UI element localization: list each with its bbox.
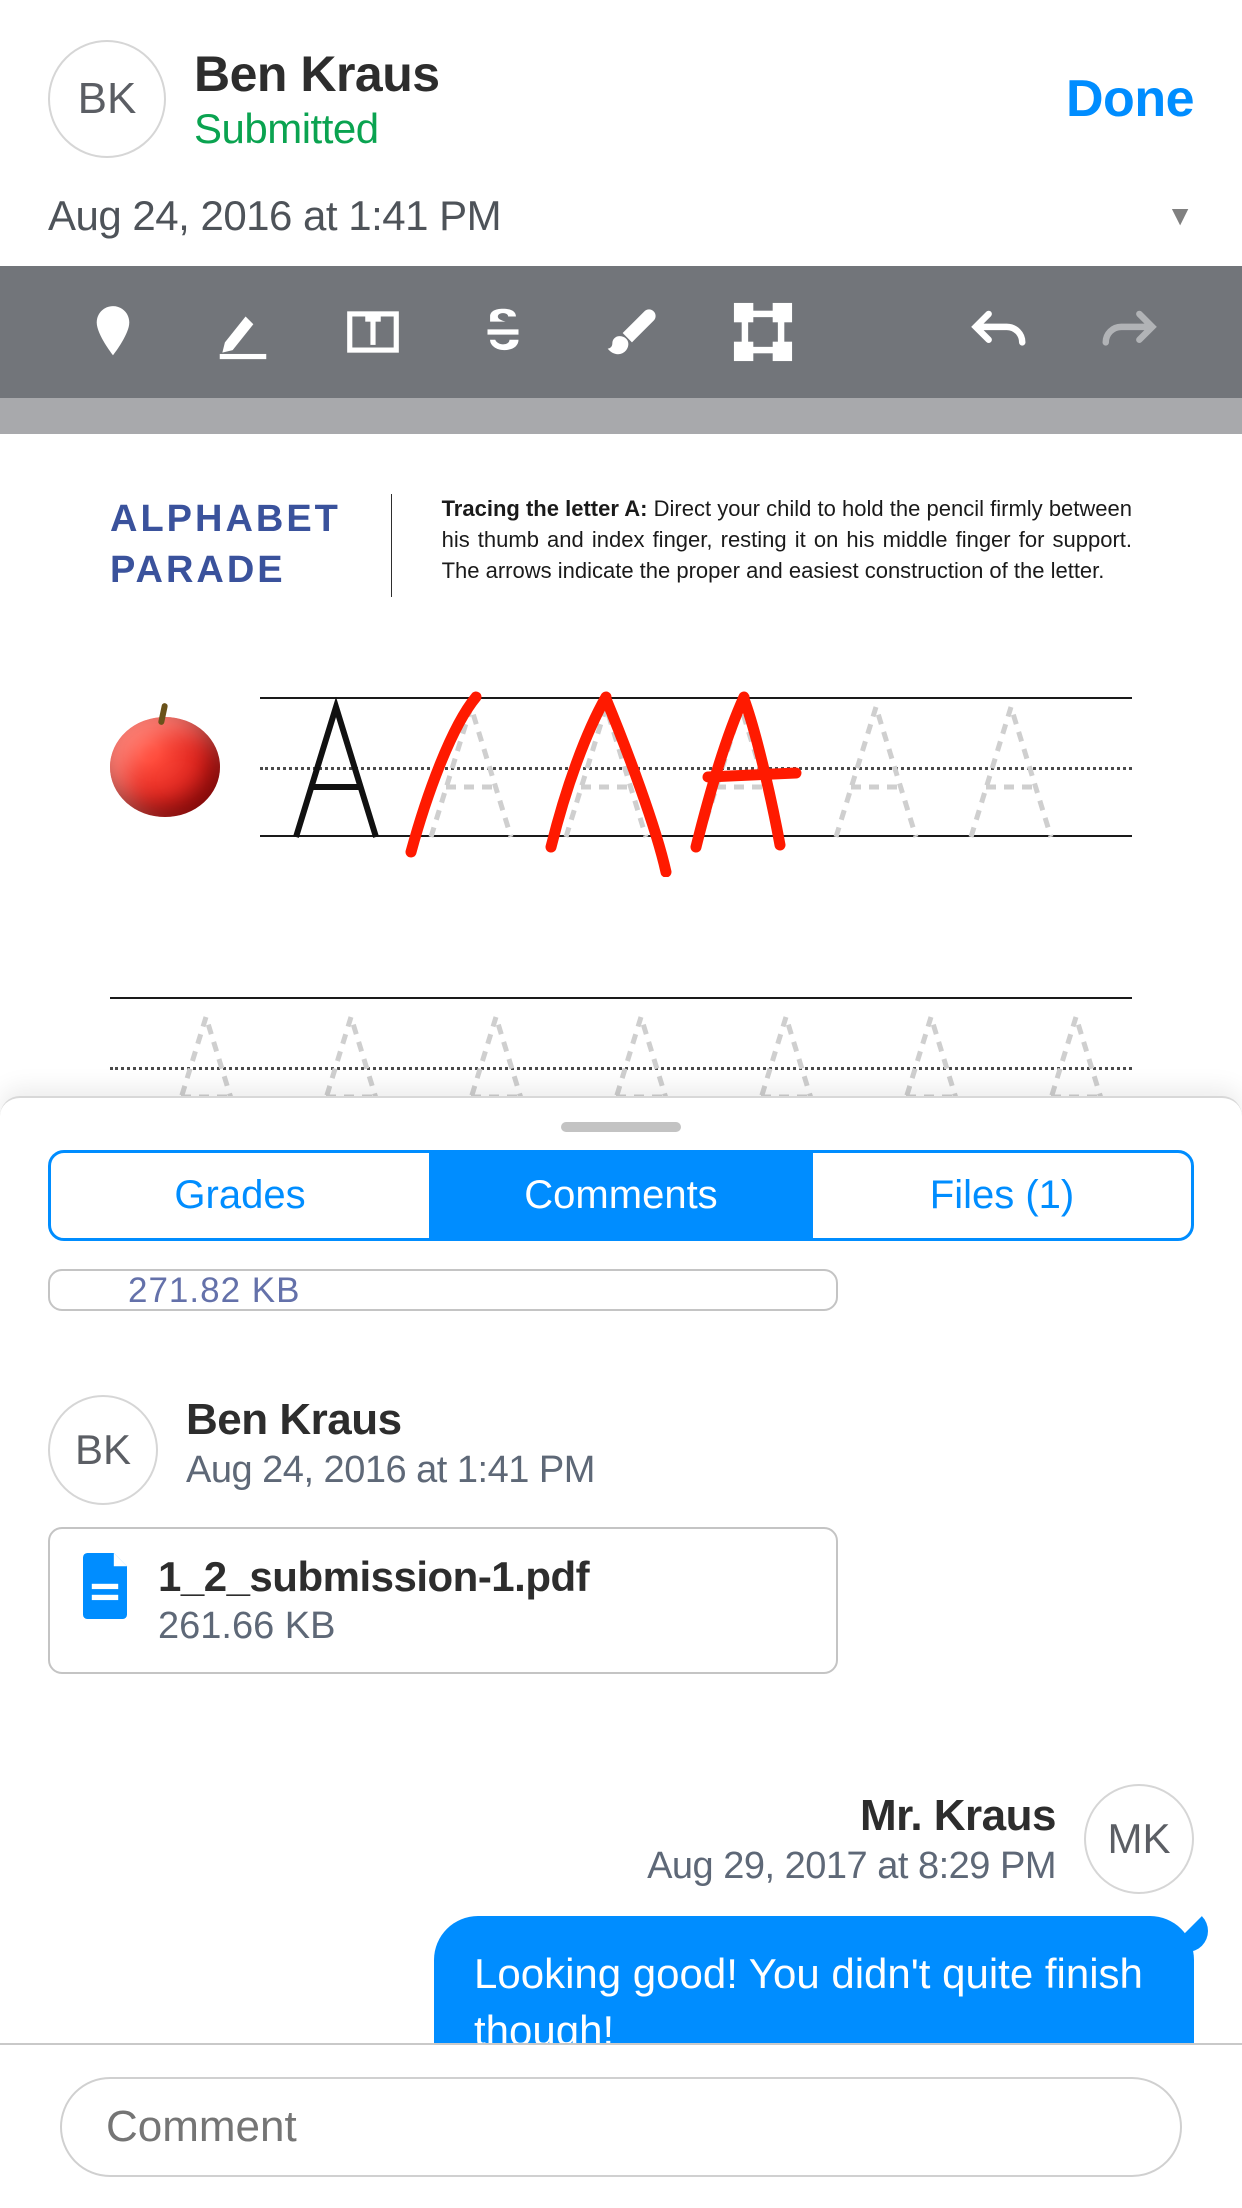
student-avatar: BK bbox=[48, 40, 166, 158]
comments-list[interactable]: 271.82 KB BK Ben Kraus Aug 24, 2016 at 1… bbox=[0, 1269, 1242, 2089]
textbox-tool-button[interactable] bbox=[308, 266, 438, 398]
crop-tool-button[interactable] bbox=[698, 266, 828, 398]
apple-icon bbox=[110, 717, 220, 817]
pin-tool-button[interactable] bbox=[48, 266, 178, 398]
submission-timestamp: Aug 24, 2016 at 1:41 PM bbox=[48, 192, 501, 240]
comment-avatar: MK bbox=[1084, 1784, 1194, 1894]
redo-button[interactable] bbox=[1064, 266, 1194, 398]
annotation-toolbar bbox=[0, 266, 1242, 398]
file-icon bbox=[78, 1553, 132, 1619]
header-text: Ben Kraus Submitted bbox=[194, 45, 1066, 153]
attachment-filename: 1_2_submission-1.pdf bbox=[158, 1553, 589, 1601]
submission-header: BK Ben Kraus Submitted Done bbox=[0, 0, 1242, 170]
strikethrough-tool-button[interactable] bbox=[438, 266, 568, 398]
comment-author: Mr. Kraus bbox=[647, 1791, 1056, 1841]
comment-input[interactable] bbox=[60, 2077, 1182, 2177]
partial-attachment-card[interactable]: 271.82 KB bbox=[48, 1269, 838, 1311]
student-strokes bbox=[260, 677, 1132, 877]
student-name: Ben Kraus bbox=[194, 45, 1066, 103]
comment-meta: Ben Kraus Aug 24, 2016 at 1:41 PM bbox=[186, 1395, 595, 1492]
highlight-tool-button[interactable] bbox=[178, 266, 308, 398]
attachment-card[interactable]: 1_2_submission-1.pdf 261.66 KB bbox=[48, 1527, 838, 1674]
done-button[interactable]: Done bbox=[1066, 69, 1194, 129]
worksheet-instructions: Tracing the letter A: Direct your child … bbox=[442, 494, 1132, 597]
comment-date: Aug 29, 2017 at 8:29 PM bbox=[647, 1845, 1056, 1888]
worksheet-title-line1: ALPHABET bbox=[110, 494, 341, 545]
document-page: ALPHABET PARADE Tracing the letter A: Di… bbox=[0, 434, 1242, 1208]
tab-grades[interactable]: Grades bbox=[51, 1153, 432, 1238]
comment-avatar: BK bbox=[48, 1395, 158, 1505]
worksheet-title: ALPHABET PARADE bbox=[110, 494, 341, 597]
comment-date: Aug 24, 2016 at 1:41 PM bbox=[186, 1449, 595, 1492]
chevron-down-icon: ▼ bbox=[1166, 200, 1194, 232]
comment-meta: Mr. Kraus Aug 29, 2017 at 8:29 PM bbox=[647, 1791, 1056, 1888]
comment-item: Mr. Kraus Aug 29, 2017 at 8:29 PM MK bbox=[48, 1784, 1194, 1894]
tracing-row-1 bbox=[110, 697, 1132, 837]
attachment-filesize: 261.66 KB bbox=[158, 1605, 589, 1648]
submission-timestamp-row[interactable]: Aug 24, 2016 at 1:41 PM ▼ bbox=[0, 170, 1242, 266]
comment-author: Ben Kraus bbox=[186, 1395, 595, 1445]
tab-files[interactable]: Files (1) bbox=[813, 1153, 1191, 1238]
undo-button[interactable] bbox=[934, 266, 1064, 398]
tab-segmented-control: Grades Comments Files (1) bbox=[48, 1150, 1194, 1241]
bottom-drawer: Grades Comments Files (1) 271.82 KB BK B… bbox=[0, 1096, 1242, 2208]
document-preview[interactable]: ALPHABET PARADE Tracing the letter A: Di… bbox=[0, 398, 1242, 1208]
brush-tool-button[interactable] bbox=[568, 266, 698, 398]
tab-comments[interactable]: Comments bbox=[432, 1153, 813, 1238]
writing-lines bbox=[260, 697, 1132, 837]
worksheet-title-line2: PARADE bbox=[110, 545, 341, 596]
drag-handle[interactable] bbox=[561, 1122, 681, 1132]
title-divider bbox=[391, 494, 392, 597]
comment-input-bar bbox=[0, 2043, 1242, 2208]
submission-status: Submitted bbox=[194, 105, 1066, 153]
comment-item: BK Ben Kraus Aug 24, 2016 at 1:41 PM bbox=[48, 1395, 1194, 1505]
instructions-bold: Tracing the letter A: bbox=[442, 496, 648, 521]
